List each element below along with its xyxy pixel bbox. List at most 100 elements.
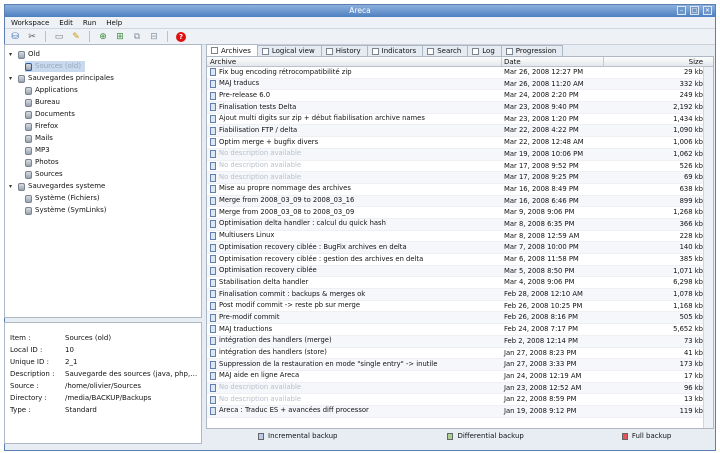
- search-tab-icon: [427, 47, 435, 55]
- collapse-icon[interactable]: ▾: [9, 181, 15, 192]
- table-row[interactable]: No description available Mar 17, 2008 9:2…: [207, 172, 713, 184]
- table-row[interactable]: No description available Jan 22, 2008 8:5…: [207, 394, 713, 406]
- tree-node-bureau[interactable]: Bureau: [25, 97, 60, 108]
- table-row[interactable]: No description available Mar 17, 2008 9:5…: [207, 161, 713, 173]
- size-cell: 366 kb: [679, 219, 703, 228]
- table-row[interactable]: intégration des handlers (merge) Feb 2, 2…: [207, 335, 713, 348]
- table-row[interactable]: Optimisation delta handler : calcul du q…: [207, 218, 713, 231]
- maximize-button[interactable]: □: [690, 6, 699, 15]
- table-row[interactable]: Optimisation recovery ciblée : BugFix ar…: [207, 242, 713, 254]
- table-row[interactable]: Optimisation recovery ciblée Mar 5, 2008 …: [207, 265, 713, 278]
- minimize-button[interactable]: –: [677, 6, 686, 15]
- tools-icon[interactable]: ✂: [26, 31, 38, 43]
- collapse-icon[interactable]: ▾: [9, 49, 15, 60]
- tab-indicators[interactable]: Indicators: [366, 45, 424, 56]
- table-row[interactable]: Optimisation recovery ciblée : gestion d…: [207, 254, 713, 266]
- vertical-scrollbar[interactable]: [703, 67, 713, 428]
- menu-run[interactable]: Run: [83, 19, 96, 27]
- archive-name: intégration des handlers (merge): [219, 336, 332, 345]
- tree-node-photos[interactable]: Photos: [25, 157, 59, 168]
- edit-pencil-icon[interactable]: ✎: [70, 31, 82, 43]
- table-row[interactable]: Stabilisation delta handler Mar 4, 2008 9…: [207, 277, 713, 290]
- backup-icon[interactable]: ⛁: [9, 31, 21, 43]
- table-row[interactable]: No description available Jan 23, 2008 12:…: [207, 382, 713, 395]
- add-target-icon[interactable]: ⊕: [97, 31, 109, 43]
- menu-workspace[interactable]: Workspace: [11, 19, 49, 27]
- copy-target-icon[interactable]: ⧉: [131, 31, 143, 43]
- archive-name: No description available: [219, 161, 302, 169]
- new-document-icon[interactable]: ▭: [53, 31, 65, 43]
- table-row[interactable]: Finalisation tests Delta Mar 23, 2008 9:4…: [207, 102, 713, 114]
- date-cell: Mar 17, 2008 9:52 PM: [504, 161, 579, 170]
- table-row[interactable]: Ajout multi digits sur zip + début fiabi…: [207, 114, 713, 126]
- tree-node-sauvegardes-systeme[interactable]: ▾ Sauvegardes systeme: [9, 181, 105, 192]
- table-row[interactable]: Post modif commit -> reste pb sur merge F…: [207, 301, 713, 313]
- tab-search[interactable]: Search: [422, 45, 469, 56]
- collapse-icon[interactable]: ▾: [9, 73, 15, 84]
- table-row[interactable]: Multiusers Linux Mar 8, 2008 12:59 AM 228 …: [207, 231, 713, 243]
- tab-log[interactable]: Log: [467, 45, 502, 56]
- archive-name: Ajout multi digits sur zip + début fiabi…: [219, 114, 425, 123]
- help-icon[interactable]: ?: [175, 31, 187, 43]
- archive-name: Suppression de la restauration en mode "…: [219, 359, 438, 368]
- tree-node-old[interactable]: ▾ Old: [9, 49, 40, 60]
- table-row[interactable]: Areca : Traduc ES + avancées diff proces…: [207, 405, 713, 418]
- archive-cell: Merge from 2008_03_08 to 2008_03_09: [207, 207, 502, 218]
- log-tab-icon: [472, 47, 480, 55]
- archive-cell: Mise au propre nommage des archives: [207, 184, 502, 195]
- tree-node-mp3[interactable]: MP3: [25, 145, 50, 156]
- size-cell: 119 kb: [679, 406, 703, 415]
- table-row[interactable]: No description available Mar 19, 2008 10:…: [207, 148, 713, 161]
- menu-edit[interactable]: Edit: [59, 19, 73, 27]
- tree-node-documents[interactable]: Documents: [25, 109, 75, 120]
- delete-target-icon[interactable]: ⊟: [148, 31, 160, 43]
- table-row[interactable]: intégration des handlers (store) Jan 27, …: [207, 348, 713, 360]
- archive-cell: Fix bug encoding rétrocompatibilité zip: [207, 67, 502, 78]
- table-row[interactable]: MAJ aide en ligne Areca Jan 24, 2008 12:1…: [207, 371, 713, 383]
- table-row[interactable]: Finalisation commit : backups & merges o…: [207, 289, 713, 301]
- table-row[interactable]: Mise au propre nommage des archives Mar 1…: [207, 184, 713, 196]
- edit-target-icon[interactable]: ⊞: [114, 31, 126, 43]
- table-row[interactable]: Fiabilisation FTP / delta Mar 22, 2008 4:…: [207, 125, 713, 138]
- archive-cell: intégration des handlers (store): [207, 348, 502, 359]
- menu-help[interactable]: Help: [106, 19, 122, 27]
- archive-icon: [210, 302, 216, 311]
- full-swatch: [621, 432, 628, 440]
- table-row[interactable]: MAJ traductions Feb 24, 2008 7:17 PM 5,652…: [207, 324, 713, 336]
- archive-icon: [210, 208, 216, 217]
- table-row[interactable]: Pre-release 6.0 Mar 24, 2008 2:20 PM 249 k…: [207, 90, 713, 103]
- column-date-header[interactable]: Date: [502, 57, 604, 66]
- tree-node-sauvegardes-principales[interactable]: ▾ Sauvegardes principales: [9, 73, 114, 84]
- tab-history[interactable]: History: [320, 45, 368, 56]
- tab-progression[interactable]: Progression: [500, 45, 564, 56]
- tree-node-firefox[interactable]: Firefox: [25, 121, 58, 132]
- tree-node-systeme-symlinks[interactable]: Système (SymLinks): [25, 205, 106, 216]
- table-row[interactable]: Merge from 2008_03_09 to 2008_03_16 Mar 1…: [207, 195, 713, 208]
- tree-node-sources[interactable]: Sources: [25, 169, 63, 180]
- tab-archives[interactable]: Archives: [206, 44, 258, 56]
- archive-name: No description available: [219, 149, 302, 158]
- tree-node-systeme-fichiers[interactable]: Système (Fichiers): [25, 193, 100, 204]
- tree-node-applications[interactable]: Applications: [25, 85, 78, 96]
- archive-cell: Merge from 2008_03_09 to 2008_03_16: [207, 196, 502, 207]
- archive-cell: Optim merge + bugfix divers: [207, 137, 502, 148]
- tree-node-mails[interactable]: Mails: [25, 133, 53, 144]
- column-archive-header[interactable]: Archive: [207, 57, 502, 66]
- size-cell: 5,652 kb: [673, 325, 703, 334]
- table-row[interactable]: Merge from 2008_03_08 to 2008_03_09 Mar 9…: [207, 207, 713, 219]
- date-cell: Mar 23, 2008 9:40 PM: [504, 103, 579, 112]
- archive-cell: Fiabilisation FTP / delta: [207, 125, 502, 136]
- tab-logical-view[interactable]: Logical view: [256, 45, 322, 56]
- table-row[interactable]: Pre-modif commit Feb 26, 2008 8:16 PM 505 …: [207, 312, 713, 325]
- table-row[interactable]: MAJ traducs Mar 26, 2008 11:20 AM 332 kb: [207, 78, 713, 91]
- tree-node-sources-old[interactable]: Sources (old): [25, 61, 86, 72]
- table-row[interactable]: Fix bug encoding rétrocompatibilité zip M…: [207, 67, 713, 79]
- table-row[interactable]: Suppression de la restauration en mode "…: [207, 359, 713, 371]
- archive-icon: [210, 255, 216, 264]
- table-row[interactable]: Optim merge + bugfix divers Mar 22, 2008 …: [207, 137, 713, 149]
- indicators-tab-icon: [371, 47, 379, 55]
- size-cell: 73 kb: [683, 336, 703, 345]
- archives-table: Archive Date Size Fix bug encoding rétro…: [206, 56, 714, 429]
- column-size-header[interactable]: Size: [604, 57, 713, 66]
- close-button[interactable]: ✕: [703, 6, 712, 15]
